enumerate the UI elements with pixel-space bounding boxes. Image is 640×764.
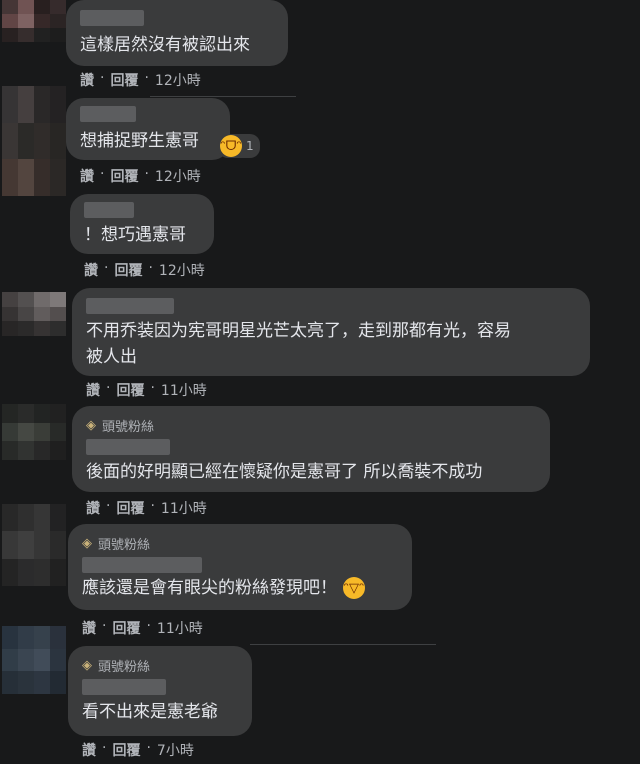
timestamp[interactable]: 12小時 <box>159 260 205 280</box>
reply-link[interactable]: 回覆 <box>116 380 144 400</box>
comment-bubble: 想捕捉野生憲哥 <box>66 98 230 160</box>
avatar[interactable] <box>2 292 66 336</box>
comment-text: 後面的好明顯已經在懷疑你是憲哥了 所以喬裝不成功 <box>86 462 483 482</box>
top-fan-badge[interactable]: ◈ 頭號粉絲 <box>86 416 536 435</box>
comment-bubble: ◈ 頭號粉絲 看不出來是憲老爺 <box>68 646 252 736</box>
comment-bubble: ！想巧遇憲哥 <box>70 194 214 254</box>
commenter-name[interactable] <box>80 10 144 26</box>
badge-label: 頭號粉絲 <box>98 538 151 553</box>
like-link[interactable]: 讚 <box>80 166 94 186</box>
avatar[interactable] <box>2 0 66 42</box>
timestamp[interactable]: 12小時 <box>155 166 201 186</box>
timestamp[interactable]: 11小時 <box>161 380 207 400</box>
avatar[interactable] <box>2 626 66 694</box>
comment-bubble: ◈ 頭號粉絲 後面的好明顯已經在懷疑你是憲哥了 所以喬裝不成功 <box>72 406 550 492</box>
reaction-count: 1 <box>246 139 254 153</box>
comment-text: 想捕捉野生憲哥 <box>80 131 199 151</box>
commenter-name[interactable] <box>80 106 136 122</box>
diamond-icon: ◈ <box>82 658 92 673</box>
grinning-emoji-icon: ᵔ▽ᵔ <box>343 577 365 599</box>
comment-text: ！想巧遇憲哥 <box>84 225 186 245</box>
badge-label: 頭號粉絲 <box>98 660 151 675</box>
reply-link[interactable]: 回覆 <box>114 260 142 280</box>
reaction-badge[interactable]: ᵔᗜᵔ 1 <box>218 134 260 158</box>
divider <box>250 644 436 645</box>
comment-content: 應該還是會有眼尖的粉絲發現吧！ ᵔ▽ᵔ <box>82 575 398 601</box>
comment-actions: 讚 · 回覆 · 12小時 <box>84 260 205 280</box>
avatar[interactable] <box>2 404 66 460</box>
comment-actions: 讚 · 回覆 · 12小時 <box>80 70 201 90</box>
comment-actions: 讚 · 回覆 · 11小時 <box>82 618 203 638</box>
comment-bubble: 不用乔装因为宪哥明星光芒太亮了，走到那都有光，容易 被人出 <box>72 288 590 376</box>
commenter-name[interactable] <box>84 202 134 218</box>
comment-text: 這樣居然沒有被認出來 <box>80 35 250 55</box>
comment-actions: 讚 · 回覆 · 11小時 <box>86 380 207 400</box>
commenter-name[interactable] <box>86 439 170 455</box>
comment-actions: 讚 · 回覆 · 11小時 <box>86 498 207 518</box>
comment-bubble: ◈ 頭號粉絲 應該還是會有眼尖的粉絲發現吧！ ᵔ▽ᵔ <box>68 524 412 610</box>
commenter-name[interactable] <box>82 557 202 573</box>
divider <box>150 96 296 97</box>
laughing-emoji-icon: ᵔᗜᵔ <box>220 135 242 157</box>
like-link[interactable]: 讚 <box>80 70 94 90</box>
commenter-name[interactable] <box>82 679 166 695</box>
like-link[interactable]: 讚 <box>82 618 96 638</box>
diamond-icon: ◈ <box>82 536 92 551</box>
like-link[interactable]: 讚 <box>86 498 100 518</box>
commenter-name[interactable] <box>86 298 174 314</box>
reply-link[interactable]: 回覆 <box>112 618 140 638</box>
comment-text: 應該還是會有眼尖的粉絲發現吧！ <box>82 578 337 598</box>
badge-label: 頭號粉絲 <box>102 420 155 435</box>
reply-link[interactable]: 回覆 <box>116 498 144 518</box>
comment-text: 看不出來是憲老爺 <box>82 702 218 722</box>
timestamp[interactable]: 11小時 <box>161 498 207 518</box>
like-link[interactable]: 讚 <box>84 260 98 280</box>
like-link[interactable]: 讚 <box>86 380 100 400</box>
avatar[interactable] <box>2 504 66 586</box>
comment-text: 不用乔装因为宪哥明星光芒太亮了，走到那都有光，容易 被人出 <box>86 321 511 367</box>
comment-actions: 讚 · 回覆 · 12小時 <box>80 166 201 186</box>
timestamp[interactable]: 7小時 <box>157 740 194 760</box>
timestamp[interactable]: 11小時 <box>157 618 203 638</box>
reply-link[interactable]: 回覆 <box>112 740 140 760</box>
top-fan-badge[interactable]: ◈ 頭號粉絲 <box>82 656 238 675</box>
comment-bubble: 這樣居然沒有被認出來 <box>66 0 288 66</box>
top-fan-badge[interactable]: ◈ 頭號粉絲 <box>82 534 398 553</box>
avatar[interactable] <box>2 86 66 196</box>
reply-link[interactable]: 回覆 <box>110 166 138 186</box>
diamond-icon: ◈ <box>86 418 96 433</box>
reply-link[interactable]: 回覆 <box>110 70 138 90</box>
comment-actions: 讚 · 回覆 · 7小時 <box>82 740 194 760</box>
timestamp[interactable]: 12小時 <box>155 70 201 90</box>
like-link[interactable]: 讚 <box>82 740 96 760</box>
